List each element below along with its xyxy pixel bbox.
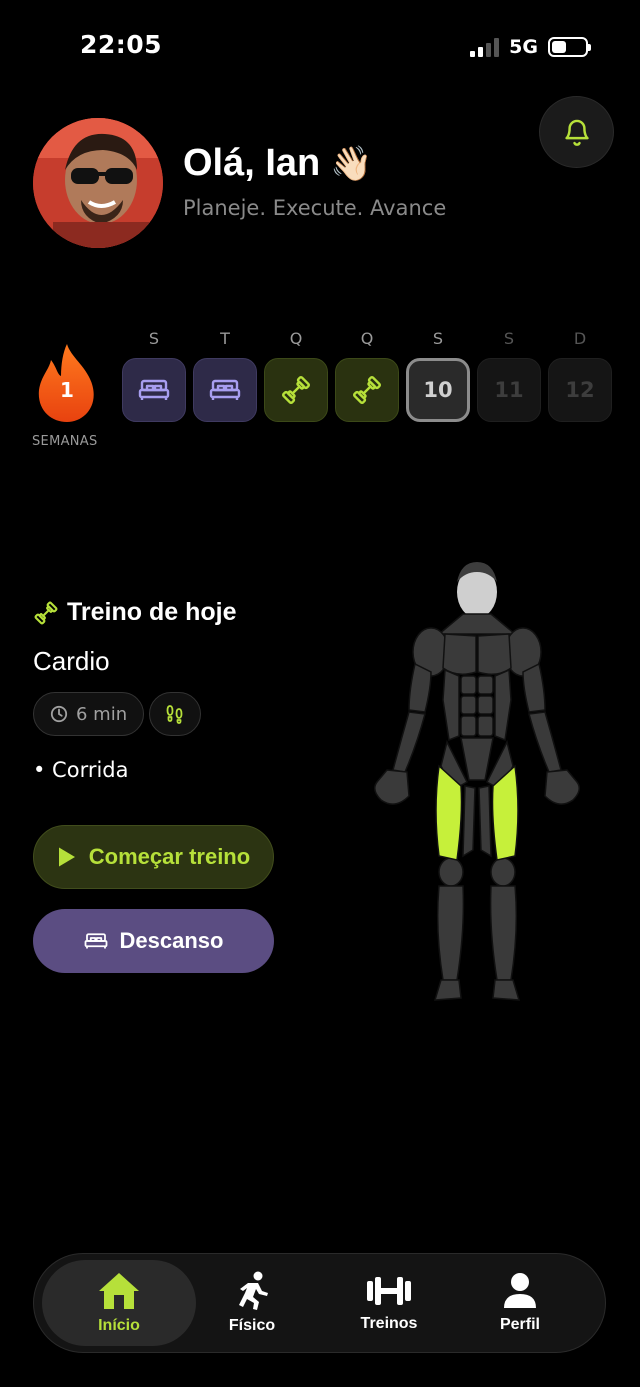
nav-label: Início: [98, 1317, 140, 1334]
play-icon: [58, 847, 75, 867]
duration-chip: 6 min: [33, 692, 145, 736]
dumbbell-icon: [352, 375, 382, 405]
rest-day-label: Descanso: [119, 928, 224, 953]
bell-icon: [564, 119, 589, 146]
day-letter: S: [432, 329, 444, 348]
status-time: 22:05: [80, 30, 163, 59]
day-friday[interactable]: S 10: [406, 328, 470, 422]
clock-icon: [50, 705, 68, 723]
day-letter: S: [148, 329, 160, 348]
greeting-subtitle: Planeje. Execute. Avance: [183, 196, 447, 220]
day-status-box[interactable]: [264, 358, 328, 422]
home-icon: [99, 1273, 139, 1309]
user-icon: [504, 1273, 536, 1308]
running-icon: [239, 1271, 268, 1310]
dumbbell-icon: [34, 601, 58, 624]
today-workout-heading: Treino de hoje: [33, 598, 236, 627]
bed-icon: [84, 933, 107, 949]
nav-label: Treinos: [360, 1315, 418, 1332]
day-letter: Q: [289, 329, 303, 348]
bed-icon: [209, 379, 241, 400]
nav-item-fisico[interactable]: Físico: [200, 1260, 304, 1346]
streak-label: SEMANAS: [32, 434, 98, 449]
day-status-box[interactable]: [193, 358, 257, 422]
day-sunday[interactable]: D 12: [548, 328, 612, 422]
bottom-nav: Início Físico Treinos Perfil: [33, 1253, 606, 1353]
dumbbell-icon: [281, 375, 311, 405]
start-workout-button[interactable]: Começar treino: [33, 825, 274, 889]
workout-name: Cardio: [33, 646, 110, 676]
nav-item-perfil[interactable]: Perfil: [470, 1260, 570, 1346]
day-letter: T: [220, 329, 230, 348]
day-status-box[interactable]: [122, 358, 186, 422]
status-indicators: 5G: [470, 36, 591, 58]
network-type: 5G: [509, 36, 538, 58]
day-status-box[interactable]: [335, 358, 399, 422]
greeting-heading: Olá, Ian 👋🏻: [183, 142, 373, 185]
cardio-type-chip: [149, 692, 201, 736]
start-workout-label: Começar treino: [88, 844, 251, 869]
bed-icon: [138, 379, 170, 400]
day-wednesday[interactable]: Q: [264, 328, 328, 422]
nav-item-treinos[interactable]: Treinos: [334, 1260, 444, 1346]
exercise-item: • Corrida: [33, 758, 129, 782]
day-tuesday[interactable]: T: [193, 328, 257, 422]
day-letter: D: [573, 329, 587, 348]
battery-icon: [548, 37, 591, 57]
dumbbell-icon: [367, 1277, 411, 1305]
day-status-box-today[interactable]: 10: [406, 358, 470, 422]
nav-item-inicio[interactable]: Início: [42, 1260, 196, 1346]
rest-day-button[interactable]: Descanso: [33, 909, 274, 973]
avatar[interactable]: [33, 118, 163, 248]
notifications-button[interactable]: [539, 96, 614, 168]
day-status-box[interactable]: 12: [548, 358, 612, 422]
today-workout-title: Treino de hoje: [67, 598, 237, 626]
signal-icon: [470, 37, 500, 57]
day-status-box[interactable]: 11: [477, 358, 541, 422]
nav-label: Perfil: [499, 1316, 540, 1333]
day-saturday[interactable]: S 11: [477, 328, 541, 422]
wave-emoji: 👋🏻: [330, 144, 373, 183]
day-letter: S: [503, 329, 515, 348]
nav-label: Físico: [228, 1317, 276, 1334]
streak-count: 1: [60, 378, 74, 402]
muscle-map-figure: [374, 562, 580, 1001]
day-monday[interactable]: S: [122, 328, 186, 422]
greeting-text: Olá, Ian: [183, 142, 321, 184]
day-letter: Q: [360, 329, 374, 348]
day-thursday[interactable]: Q: [335, 328, 399, 422]
duration-text: 6 min: [76, 703, 128, 725]
footprints-icon: [166, 705, 183, 724]
